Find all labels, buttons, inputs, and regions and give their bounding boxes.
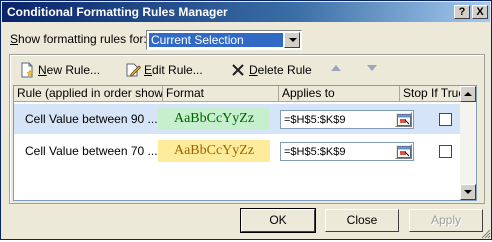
applies-to-value: =$H$5:$K$9 (284, 114, 346, 126)
rules-list-header: Rule (applied in order shown) Format App… (14, 86, 460, 102)
applies-to-field[interactable]: =$H$5:$K$9 (280, 142, 414, 161)
rules-list: Rule (applied in order shown) Format App… (13, 85, 477, 201)
triangle-up-icon[interactable] (331, 65, 341, 71)
new-rule-label: New Rule... (38, 63, 101, 77)
edit-rule-label: Edit Rule... (144, 63, 203, 77)
column-header-format[interactable]: Format (163, 86, 279, 101)
delete-rule-button[interactable]: Delete Rule (230, 61, 312, 79)
apply-button[interactable]: Apply (409, 209, 483, 232)
triangle-down-icon[interactable] (367, 65, 377, 71)
ok-button[interactable]: OK (240, 208, 316, 233)
edit-rule-button[interactable]: Edit Rule... (125, 61, 203, 79)
show-rules-selected-value: Current Selection (149, 33, 283, 47)
applies-to-value: =$H$5:$K$9 (284, 146, 346, 158)
new-rule-button[interactable]: New Rule... (19, 61, 100, 79)
rules-manager-dialog: Conditional Formatting Rules Manager ? X… (0, 0, 492, 240)
resize-grip-icon[interactable] (479, 227, 491, 239)
title-bar: Conditional Formatting Rules Manager ? X (2, 2, 490, 22)
show-rules-dropdown[interactable]: Current Selection (146, 30, 302, 50)
stop-if-true-checkbox[interactable] (439, 145, 452, 158)
rule-description: Cell Value between 90 ... (25, 112, 158, 126)
rule-description: Cell Value between 70 ... (25, 144, 158, 158)
range-select-icon (397, 146, 411, 158)
window-title: Conditional Formatting Rules Manager (7, 5, 228, 19)
help-button[interactable]: ? (454, 5, 470, 19)
delete-x-icon (230, 62, 246, 78)
dropdown-arrow-icon[interactable] (284, 32, 300, 48)
scroll-up-icon[interactable] (460, 86, 476, 102)
format-preview: AaBbCcYyZz (158, 140, 270, 162)
new-document-icon (19, 62, 35, 78)
window-close-button[interactable]: X (472, 5, 488, 19)
rule-row[interactable]: Cell Value between 70 ... AaBbCcYyZz =$H… (14, 136, 460, 166)
range-select-icon (397, 114, 411, 126)
range-picker-button[interactable] (395, 144, 412, 159)
column-header-applies-to[interactable]: Applies to (279, 86, 400, 101)
rule-row[interactable]: Cell Value between 90 ... AaBbCcYyZz =$H… (14, 104, 460, 134)
range-picker-button[interactable] (395, 112, 412, 127)
rules-list-scrollbar[interactable] (460, 86, 476, 200)
stop-if-true-checkbox[interactable] (439, 113, 452, 126)
column-header-stop-if-true[interactable]: Stop If True (400, 86, 460, 101)
applies-to-field[interactable]: =$H$5:$K$9 (280, 110, 414, 129)
column-header-rule[interactable]: Rule (applied in order shown) (14, 86, 163, 101)
delete-rule-label: Delete Rule (249, 63, 312, 77)
edit-pencil-icon (125, 62, 142, 78)
format-preview: AaBbCcYyZz (158, 108, 270, 130)
close-button[interactable]: Close (325, 209, 399, 232)
show-rules-label: Show formatting rules for: (10, 32, 147, 46)
scroll-down-icon[interactable] (460, 184, 476, 200)
